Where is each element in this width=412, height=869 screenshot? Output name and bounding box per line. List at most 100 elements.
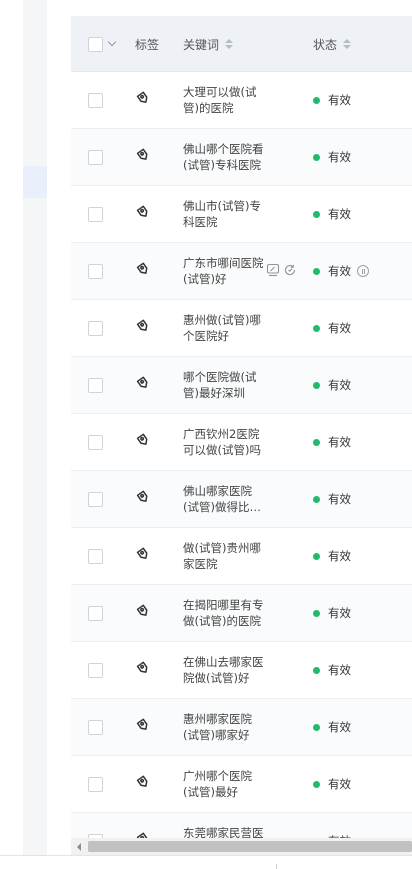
- table-row[interactable]: 做(试管)贵州哪家医院 有效: [71, 528, 412, 585]
- row-checkbox[interactable]: [88, 263, 103, 279]
- tag-icon[interactable]: [135, 204, 151, 224]
- table-row[interactable]: 广州哪个医院(试管)最好 有效: [71, 756, 412, 813]
- status-text: 有效: [328, 378, 351, 392]
- tag-icon[interactable]: [135, 489, 151, 509]
- keyword-text: 佛山哪个医院看(试管)专科医院: [183, 142, 264, 172]
- status-text: 有效: [328, 93, 351, 107]
- sidebar-active-item[interactable]: [23, 166, 47, 198]
- row-keyword: 惠州做(试管)哪个医院好: [183, 300, 265, 356]
- row-select[interactable]: [88, 699, 103, 755]
- row-tag[interactable]: [135, 129, 151, 185]
- table-row[interactable]: 佛山市(试管)专科医院 有效: [71, 186, 412, 243]
- row-select[interactable]: [88, 642, 103, 698]
- tag-icon[interactable]: [135, 717, 151, 737]
- row-tag[interactable]: [135, 471, 151, 527]
- tag-icon[interactable]: [135, 546, 151, 566]
- row-select[interactable]: [88, 300, 103, 356]
- row-checkbox[interactable]: [88, 662, 103, 678]
- status-dot-icon: [313, 666, 320, 674]
- row-status: 有效: [313, 756, 351, 812]
- scroll-left-icon[interactable]: [77, 843, 81, 851]
- row-checkbox[interactable]: [88, 206, 103, 222]
- row-checkbox[interactable]: [88, 320, 103, 336]
- row-select[interactable]: [88, 756, 103, 812]
- keyword-text: 广东市哪间医院(试管)好: [183, 256, 264, 286]
- header-keyword[interactable]: 关键词: [183, 16, 234, 72]
- row-checkbox[interactable]: [88, 92, 103, 108]
- table-row[interactable]: 惠州做(试管)哪个医院好 有效: [71, 300, 412, 357]
- table-row[interactable]: 佛山哪个医院看(试管)专科医院 有效: [71, 129, 412, 186]
- table-row[interactable]: 在佛山去哪家医院做(试管)好 有效: [71, 642, 412, 699]
- table-row[interactable]: 大理可以做(试管)的医院 有效: [71, 72, 412, 129]
- row-tag[interactable]: [135, 300, 151, 356]
- tag-icon[interactable]: [135, 603, 151, 623]
- horizontal-scrollbar[interactable]: [71, 838, 412, 855]
- row-select[interactable]: [88, 129, 103, 185]
- sort-icon[interactable]: [343, 39, 352, 49]
- row-tag[interactable]: [135, 642, 151, 698]
- pause-icon[interactable]: [357, 265, 369, 277]
- status-text: 有效: [328, 321, 351, 335]
- tag-icon[interactable]: [135, 318, 151, 338]
- status-text: 有效: [328, 150, 351, 164]
- row-select[interactable]: [88, 357, 103, 413]
- row-select[interactable]: [88, 243, 103, 299]
- table-row[interactable]: 广西钦州2医院可以做(试管)吗 有效: [71, 414, 412, 471]
- row-select[interactable]: [88, 471, 103, 527]
- status-dot-icon: [313, 153, 320, 161]
- header-status[interactable]: 状态: [313, 16, 352, 72]
- row-tag[interactable]: [135, 72, 151, 128]
- select-all-checkbox[interactable]: [88, 36, 103, 52]
- edit-icon[interactable]: [266, 262, 280, 281]
- row-checkbox[interactable]: [88, 377, 103, 393]
- row-tag[interactable]: [135, 414, 151, 470]
- tag-icon[interactable]: [135, 90, 151, 110]
- table-row[interactable]: 佛山哪家医院(试管)做得比较好 有效: [71, 471, 412, 528]
- refresh-icon[interactable]: [283, 262, 297, 281]
- tag-icon[interactable]: [135, 660, 151, 680]
- row-tag[interactable]: [135, 528, 151, 584]
- keyword-text: 在揭阳哪里有专做(试管)的医院: [183, 598, 264, 628]
- table-row[interactable]: 哪个医院做(试管)最好深圳 有效: [71, 357, 412, 414]
- row-tag[interactable]: [135, 357, 151, 413]
- scrollbar-thumb[interactable]: [88, 841, 412, 852]
- tag-icon[interactable]: [135, 147, 151, 167]
- select-all[interactable]: [88, 16, 117, 72]
- row-tag[interactable]: [135, 585, 151, 641]
- keyword-text: 大理可以做(试管)的医院: [183, 85, 257, 115]
- table-row[interactable]: 在揭阳哪里有专做(试管)的医院 有效: [71, 585, 412, 642]
- tag-icon[interactable]: [135, 432, 151, 452]
- row-tag[interactable]: [135, 186, 151, 242]
- row-tag[interactable]: [135, 243, 151, 299]
- row-checkbox[interactable]: [88, 548, 103, 564]
- table-row[interactable]: 惠州哪家医院(试管)哪家好 有效: [71, 699, 412, 756]
- status-text: 有效: [328, 207, 351, 221]
- row-checkbox[interactable]: [88, 491, 103, 507]
- row-checkbox[interactable]: [88, 776, 103, 792]
- tag-icon[interactable]: [135, 261, 151, 281]
- header-keyword-label: 关键词: [183, 37, 220, 52]
- row-status: 有效: [313, 300, 351, 356]
- row-status: 有效: [313, 129, 351, 185]
- row-select[interactable]: [88, 528, 103, 584]
- row-tag[interactable]: [135, 699, 151, 755]
- row-checkbox[interactable]: [88, 719, 103, 735]
- row-select[interactable]: [88, 414, 103, 470]
- header-status-label: 状态: [313, 37, 338, 52]
- row-select[interactable]: [88, 585, 103, 641]
- keyword-text: 惠州做(试管)哪个医院好: [183, 313, 261, 343]
- tag-icon[interactable]: [135, 375, 151, 395]
- row-keyword: 做(试管)贵州哪家医院: [183, 528, 265, 584]
- row-tag[interactable]: [135, 756, 151, 812]
- tag-icon[interactable]: [135, 774, 151, 794]
- row-checkbox[interactable]: [88, 434, 103, 450]
- keyword-text: 广州哪个医院(试管)最好: [183, 769, 252, 799]
- chevron-down-icon[interactable]: [107, 37, 117, 47]
- table-row[interactable]: 广东市哪间医院(试管)好 有效: [71, 243, 412, 300]
- sort-icon[interactable]: [225, 39, 234, 49]
- keyword-text: 做(试管)贵州哪家医院: [183, 541, 261, 571]
- row-checkbox[interactable]: [88, 149, 103, 165]
- row-select[interactable]: [88, 186, 103, 242]
- row-select[interactable]: [88, 72, 103, 128]
- row-checkbox[interactable]: [88, 605, 103, 621]
